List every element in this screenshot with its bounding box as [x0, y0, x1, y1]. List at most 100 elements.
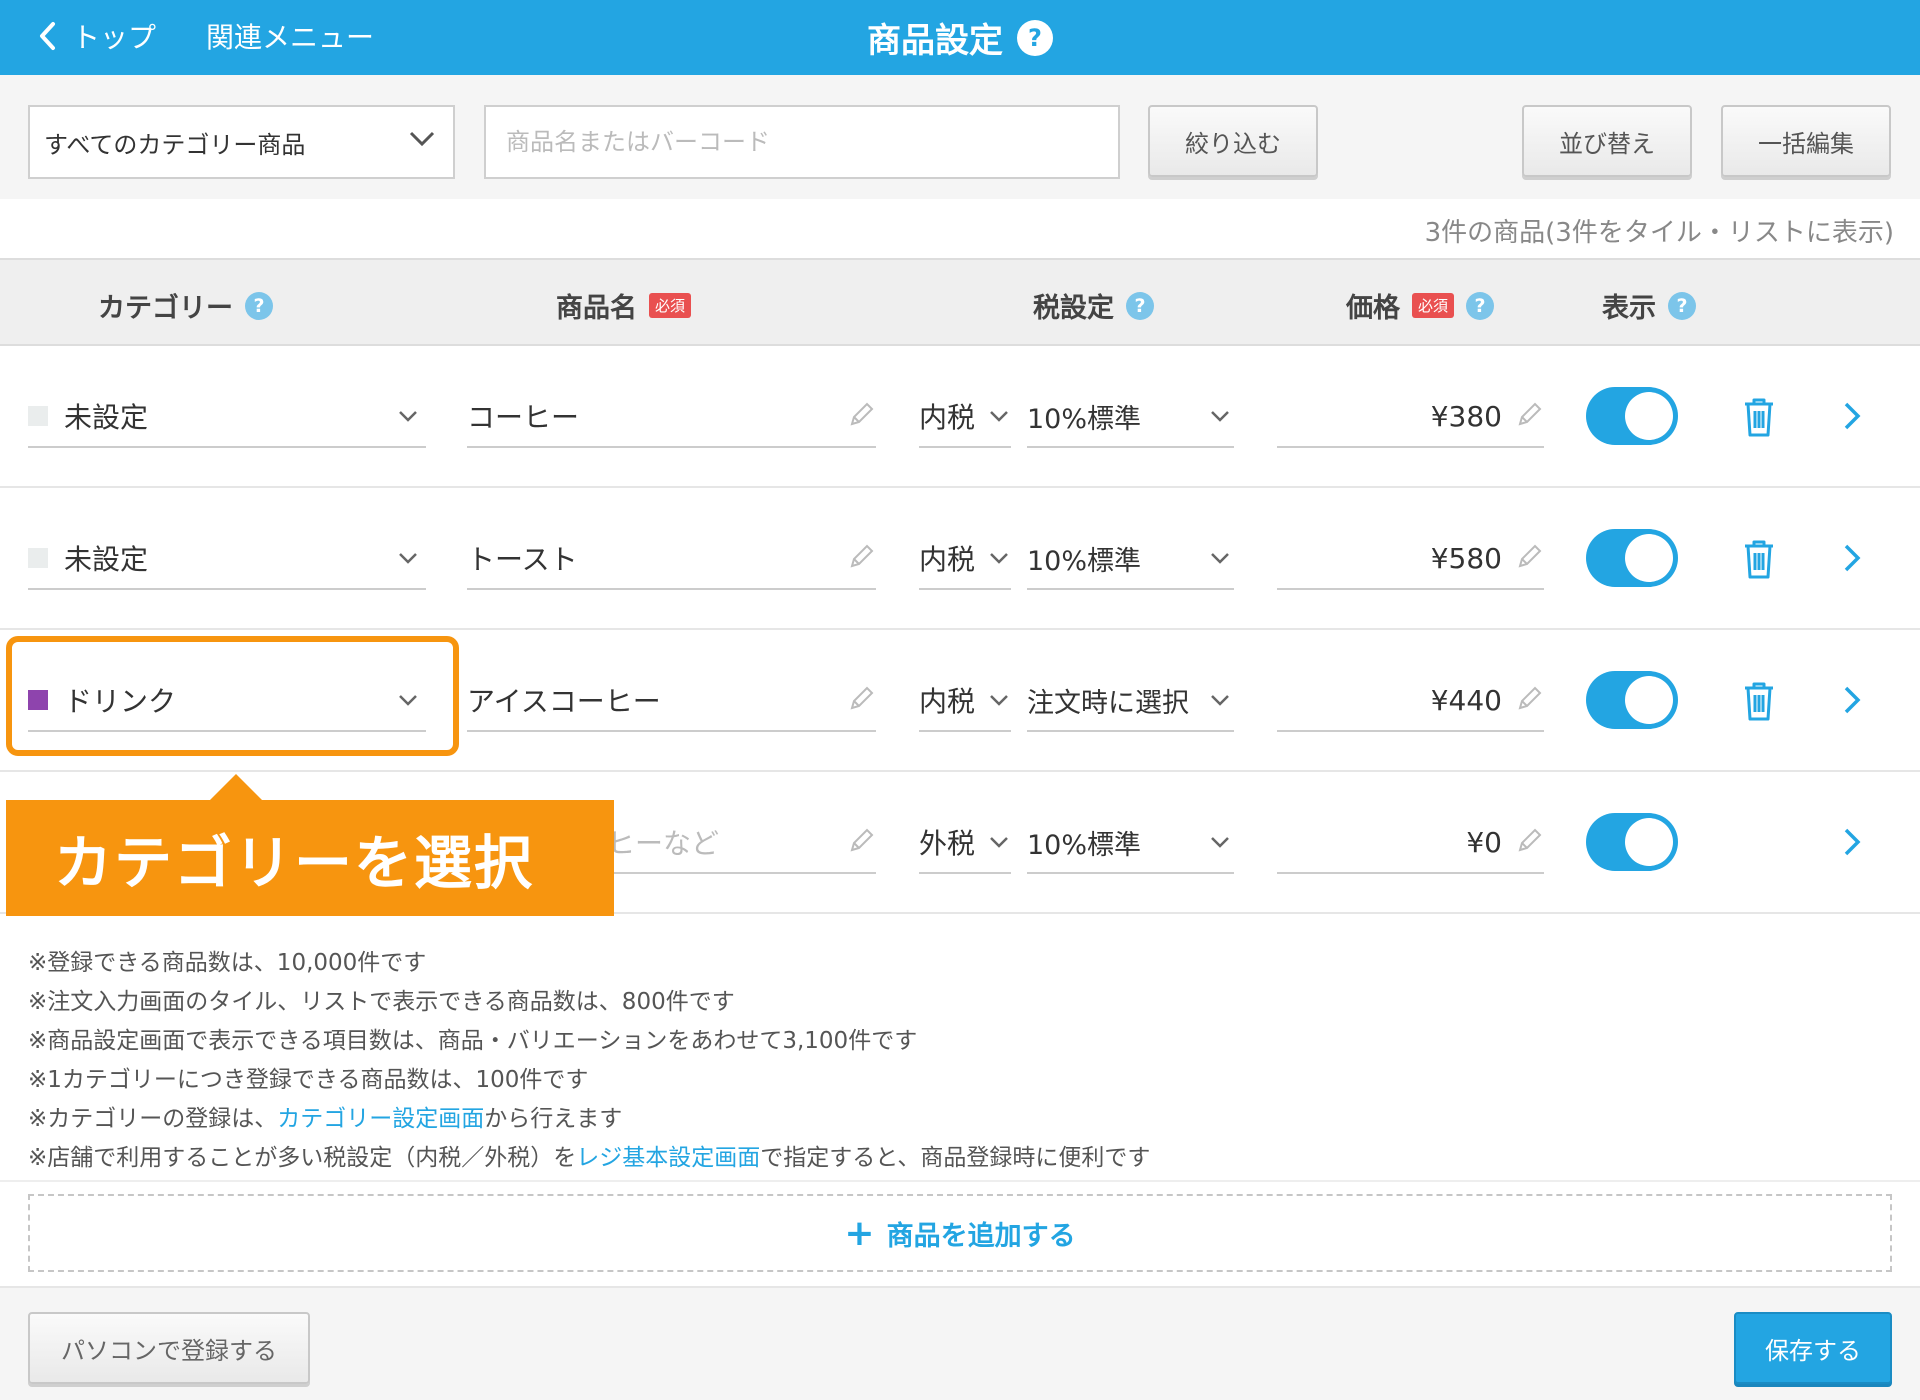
toolbar: すべてのカテゴリー商品 絞り込む 並び替え 一括編集 [0, 75, 1920, 199]
chevron-down-icon [990, 411, 1008, 422]
product-name-placeholder: ヒーなど [607, 827, 720, 860]
product-name-field[interactable]: トースト [467, 528, 876, 590]
price-field[interactable]: ¥380 [1277, 386, 1544, 448]
category-filter-value: すべてのカテゴリー商品 [44, 130, 306, 159]
tax-rate-value: 10%標準 [1027, 829, 1142, 861]
note-line: ※店舗で利用することが多い税設定（内税／外税）をレジ基本設定画面で指定すると、商… [28, 1139, 1150, 1178]
search-input[interactable] [484, 105, 1120, 179]
column-name: 商品名 必須 [556, 286, 692, 325]
required-badge: 必須 [1412, 293, 1455, 318]
chevron-down-icon [399, 553, 417, 564]
note-text: ※カテゴリーの登録は、 [28, 1106, 278, 1132]
price-value: ¥380 [1430, 399, 1502, 433]
tax-type-select[interactable]: 内税 [919, 670, 1011, 732]
help-icon[interactable]: ? [1017, 19, 1053, 56]
trash-icon[interactable] [1742, 680, 1776, 722]
pencil-icon [1518, 544, 1542, 568]
add-product-button[interactable]: + 商品を追加する [28, 1194, 1892, 1272]
display-toggle[interactable] [1586, 529, 1678, 587]
tax-type-value: 外税 [919, 827, 976, 860]
category-select[interactable]: 未設定 [28, 386, 426, 448]
display-toggle[interactable] [1586, 813, 1678, 871]
category-color-swatch [28, 690, 48, 710]
category-settings-link[interactable]: カテゴリー設定画面 [277, 1106, 484, 1132]
table-row: 未設定 トースト 内税 10%標準 ¥580 [0, 488, 1920, 630]
price-field[interactable]: ¥440 [1277, 670, 1544, 732]
toggle-knob [1625, 392, 1673, 440]
page-title-text: 商品設定 [867, 21, 1003, 61]
column-display-label: 表示 [1602, 293, 1656, 324]
tax-type-select[interactable]: 外税 [919, 812, 1011, 874]
chevron-down-icon [990, 553, 1008, 564]
pencil-icon [850, 828, 874, 852]
save-button[interactable]: 保存する [1734, 1312, 1892, 1384]
tax-type-value: 内税 [919, 543, 976, 576]
column-tax: 税設定 ? [1033, 286, 1154, 325]
chevron-right-icon[interactable] [1842, 684, 1862, 716]
product-name-value: アイスコーヒー [467, 685, 661, 718]
tax-type-value: 内税 [919, 401, 976, 434]
product-name-field[interactable]: コーヒー [467, 386, 876, 448]
category-select[interactable]: 未設定 [28, 528, 426, 590]
required-badge: 必須 [649, 293, 692, 318]
chevron-down-icon [409, 131, 435, 147]
note-line: ※登録できる商品数は、10,000件です [28, 950, 427, 976]
pencil-icon [850, 686, 874, 710]
chevron-down-icon [990, 695, 1008, 706]
pencil-icon [1518, 402, 1542, 426]
chevron-right-icon[interactable] [1842, 826, 1862, 858]
help-icon[interactable]: ? [1126, 291, 1154, 320]
bulk-edit-button[interactable]: 一括編集 [1721, 105, 1891, 177]
chevron-right-icon[interactable] [1842, 542, 1862, 574]
trash-icon[interactable] [1742, 396, 1776, 438]
chevron-right-icon[interactable] [1842, 400, 1862, 432]
note-text: ※店舗で利用することが多い税設定（内税／外税）を [28, 1145, 577, 1171]
chevron-down-icon [399, 411, 417, 422]
note-line: ※カテゴリーの登録は、カテゴリー設定画面から行えます [28, 1100, 1150, 1139]
note-text: で指定すると、商品登録時に便利です [760, 1145, 1151, 1171]
toggle-knob [1625, 818, 1673, 866]
tax-rate-select[interactable]: 10%標準 [1027, 812, 1234, 874]
note-line: ※注文入力画面のタイル、リストで表示できる商品数は、800件です [28, 989, 735, 1015]
help-icon[interactable]: ? [1466, 291, 1495, 320]
column-category-label: カテゴリー [98, 293, 233, 324]
display-toggle[interactable] [1586, 387, 1678, 445]
filter-button[interactable]: 絞り込む [1148, 105, 1318, 177]
tax-rate-select[interactable]: 注文時に選択 [1027, 670, 1234, 732]
column-price: 価格 必須 ? [1346, 286, 1495, 325]
app-header: トップ 関連メニュー 商品設定 ? [0, 0, 1920, 75]
callout-banner: カテゴリーを選択 [6, 800, 614, 916]
price-field[interactable]: ¥0 [1277, 812, 1544, 874]
tax-type-value: 内税 [919, 685, 976, 718]
register-on-pc-button[interactable]: パソコンで登録する [28, 1312, 310, 1384]
display-toggle[interactable] [1586, 671, 1678, 729]
sort-button[interactable]: 並び替え [1522, 105, 1692, 177]
trash-icon[interactable] [1742, 538, 1776, 580]
chevron-down-icon [1211, 837, 1229, 848]
register-settings-link[interactable]: レジ基本設定画面 [576, 1145, 760, 1171]
tax-type-select[interactable]: 内税 [919, 386, 1011, 448]
notes: ※登録できる商品数は、10,000件です ※注文入力画面のタイル、リストで表示で… [28, 944, 1150, 1178]
product-name-field[interactable]: アイスコーヒー [467, 670, 876, 732]
add-product-label: 商品を追加する [886, 1220, 1076, 1252]
column-name-label: 商品名 [556, 293, 637, 324]
plus-icon: + [844, 1212, 875, 1254]
category-select[interactable]: ドリンク [28, 670, 426, 732]
toggle-knob [1625, 676, 1673, 724]
help-icon[interactable]: ? [245, 291, 273, 320]
note-line: ※商品設定画面で表示できる項目数は、商品・バリエーションをあわせて3,100件で… [28, 1028, 918, 1054]
help-icon[interactable]: ? [1668, 291, 1696, 320]
divider [0, 1180, 1920, 1182]
category-value: ドリンク [64, 685, 177, 718]
tax-rate-select[interactable]: 10%標準 [1027, 528, 1234, 590]
column-display: 表示 ? [1602, 286, 1696, 325]
tax-rate-select[interactable]: 10%標準 [1027, 386, 1234, 448]
price-field[interactable]: ¥580 [1277, 528, 1544, 590]
tax-type-select[interactable]: 内税 [919, 528, 1011, 590]
note-text: から行えます [484, 1106, 623, 1132]
column-category: カテゴリー ? [98, 286, 273, 325]
category-filter-select[interactable]: すべてのカテゴリー商品 [28, 105, 455, 179]
chevron-down-icon [399, 695, 417, 706]
product-count: 3件の商品(3件をタイル・リストに表示) [1424, 218, 1894, 248]
product-name-value: トースト [467, 543, 578, 576]
